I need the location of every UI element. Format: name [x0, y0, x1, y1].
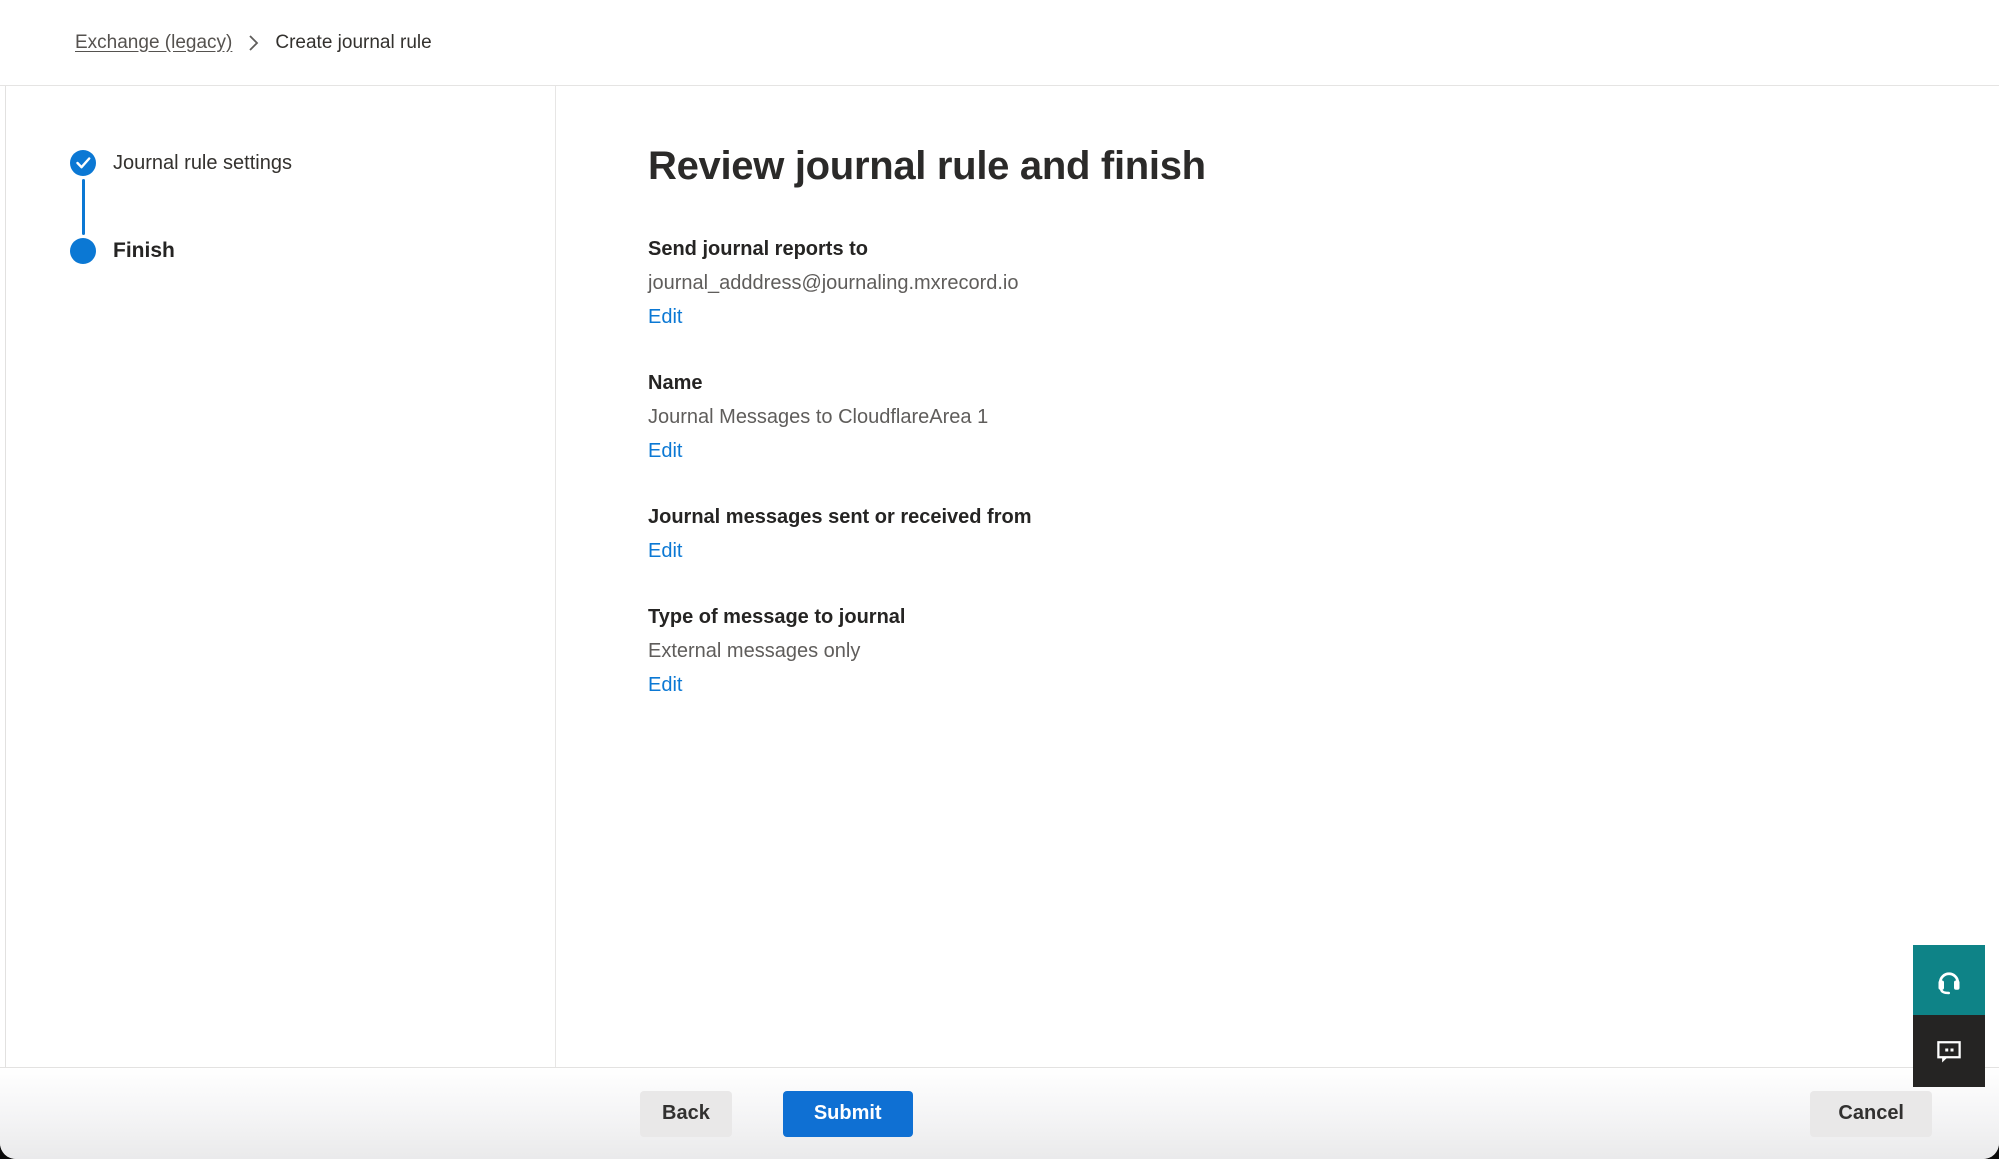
step-label: Finish [113, 239, 175, 263]
review-section-name: Name Journal Messages to CloudflareArea … [648, 366, 1939, 468]
wizard-steps-sidebar: Journal rule settings Finish [0, 86, 556, 1067]
wizard-step-journal-rule-settings[interactable]: Journal rule settings [70, 150, 555, 176]
app-window: Exchange (legacy) Create journal rule Jo… [0, 0, 1999, 1159]
review-section-message-type: Type of message to journal External mess… [648, 600, 1939, 702]
edit-link[interactable]: Edit [648, 434, 682, 468]
chevron-right-icon [248, 34, 259, 52]
action-bar: Back Submit Cancel [0, 1067, 1999, 1159]
submit-button[interactable]: Submit [783, 1091, 913, 1137]
content-area: Journal rule settings Finish Review jour… [0, 86, 1999, 1067]
section-value: External messages only [648, 634, 1939, 668]
breadcrumb: Exchange (legacy) Create journal rule [0, 0, 1999, 86]
edit-link[interactable]: Edit [648, 300, 682, 334]
feedback-button[interactable] [1913, 1015, 1985, 1087]
step-current-dot-icon [70, 238, 96, 264]
section-label: Journal messages sent or received from [648, 500, 1939, 534]
review-section-send-reports-to: Send journal reports to journal_adddress… [648, 232, 1939, 334]
step-completed-check-icon [70, 150, 96, 176]
edit-link[interactable]: Edit [648, 534, 682, 568]
review-pane: Review journal rule and finish Send jour… [556, 86, 1999, 1067]
headset-icon [1934, 965, 1964, 995]
page-title: Review journal rule and finish [648, 140, 1939, 192]
review-section-sent-or-received-from: Journal messages sent or received from E… [648, 500, 1939, 568]
section-value: journal_adddress@journaling.mxrecord.io [648, 266, 1939, 300]
section-label: Send journal reports to [648, 232, 1939, 266]
edit-link[interactable]: Edit [648, 668, 682, 702]
step-connector-line [82, 179, 85, 235]
step-label: Journal rule settings [113, 152, 292, 175]
chat-icon [1934, 1036, 1964, 1066]
back-button[interactable]: Back [640, 1091, 732, 1137]
section-label: Type of message to journal [648, 600, 1939, 634]
cancel-button[interactable]: Cancel [1810, 1091, 1932, 1137]
section-value: Journal Messages to CloudflareArea 1 [648, 400, 1939, 434]
section-label: Name [648, 366, 1939, 400]
breadcrumb-parent-link[interactable]: Exchange (legacy) [75, 32, 232, 54]
wizard-step-finish[interactable]: Finish [70, 238, 555, 264]
breadcrumb-current: Create journal rule [275, 32, 431, 54]
help-button[interactable] [1913, 945, 1985, 1015]
